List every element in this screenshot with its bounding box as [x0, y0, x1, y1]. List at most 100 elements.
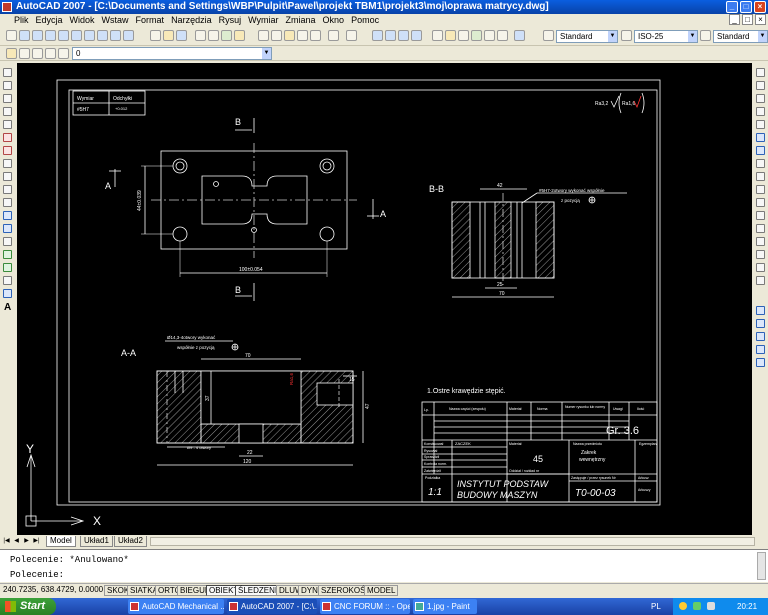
text-style-icon[interactable] — [543, 30, 554, 41]
tool-palettes-icon[interactable] — [458, 30, 469, 41]
layer-freeze-icon[interactable] — [32, 48, 43, 59]
last-tab-icon[interactable]: ▶| — [32, 537, 41, 546]
menu-rysuj[interactable]: Rysuj — [219, 14, 242, 26]
maximize-button[interactable]: □ — [740, 1, 752, 13]
ellipse-icon[interactable] — [3, 185, 12, 194]
erase-icon[interactable] — [756, 68, 765, 77]
horizontal-scrollbar[interactable] — [150, 537, 755, 546]
circle-icon[interactable] — [3, 146, 12, 155]
start-button[interactable]: Start — [0, 598, 56, 615]
line-icon[interactable] — [3, 68, 12, 77]
task-autocad-mechanical[interactable]: AutoCAD Mechanical ... — [128, 599, 224, 614]
task-autocad-2007[interactable]: AutoCAD 2007 - [C:\... — [227, 599, 317, 614]
mirror-icon[interactable] — [756, 94, 765, 103]
design-center-icon[interactable] — [445, 30, 456, 41]
tray-icon[interactable] — [693, 602, 701, 610]
zoom-dynamic-icon[interactable] — [45, 30, 56, 41]
save-icon[interactable] — [176, 30, 187, 41]
drawing-canvas[interactable]: Wymiar Odchyłki #5H7 +0.012 Ra3,2 Ra1,6 — [17, 63, 752, 535]
zoom-out-icon[interactable] — [110, 30, 121, 41]
3d-dwf-icon[interactable] — [234, 30, 245, 41]
table-style-combo[interactable]: Standard ▼ — [713, 30, 768, 43]
command-scrollbar[interactable] — [757, 552, 766, 580]
construction-line-icon[interactable] — [3, 81, 12, 90]
menu-narzedzia[interactable]: Narzędzia — [171, 14, 212, 26]
undo-icon[interactable] — [328, 30, 339, 41]
sheet-set-icon[interactable] — [471, 30, 482, 41]
cut-icon[interactable] — [258, 30, 269, 41]
zoom-window-2-icon[interactable] — [398, 30, 409, 41]
menu-plik[interactable]: Plik — [14, 14, 29, 26]
tab-model[interactable]: Model — [46, 536, 76, 547]
prev-tab-icon[interactable]: ◀ — [12, 537, 21, 546]
zoom-in-icon[interactable] — [97, 30, 108, 41]
dim-style-combo[interactable]: ISO-25 ▼ — [634, 30, 698, 43]
menu-wymiar[interactable]: Wymiar — [248, 14, 278, 26]
publish-icon[interactable] — [221, 30, 232, 41]
text-style-combo[interactable]: Standard ▼ — [556, 30, 618, 43]
menu-zmiana[interactable]: Zmiana — [286, 14, 316, 26]
next-tab-icon[interactable]: ▶ — [22, 537, 31, 546]
chevron-down-icon[interactable]: ▼ — [688, 31, 697, 42]
table-style-icon[interactable] — [700, 30, 711, 41]
spline-icon[interactable] — [3, 172, 12, 181]
layer-combo[interactable]: 0 ▼ — [72, 47, 272, 60]
chevron-down-icon[interactable]: ▼ — [608, 31, 617, 42]
task-opera[interactable]: CNC FORUM :: - Opera — [320, 599, 410, 614]
layer-manager-icon[interactable] — [6, 48, 17, 59]
menu-pomoc[interactable]: Pomoc — [351, 14, 379, 26]
block-editor-icon[interactable] — [310, 30, 321, 41]
make-block-icon[interactable] — [3, 224, 12, 233]
bring-above-icon[interactable] — [756, 345, 765, 354]
open-icon[interactable] — [163, 30, 174, 41]
coordinates-readout[interactable]: 240.7235, 638.4729, 0.0000 — [3, 584, 103, 596]
clock[interactable]: 20:21 — [737, 598, 757, 615]
join-icon[interactable] — [756, 237, 765, 246]
region-icon[interactable] — [3, 276, 12, 285]
copy-object-icon[interactable] — [756, 81, 765, 90]
explode-icon[interactable] — [756, 276, 765, 285]
multiline-text-icon[interactable]: A — [4, 302, 11, 313]
break-at-point-icon[interactable] — [756, 211, 765, 220]
zoom-center-icon[interactable] — [71, 30, 82, 41]
rectangle-icon[interactable] — [3, 120, 12, 129]
scale-icon[interactable] — [756, 159, 765, 168]
fillet-icon[interactable] — [756, 263, 765, 272]
chevron-down-icon[interactable]: ▼ — [262, 48, 271, 59]
markup-icon[interactable] — [484, 30, 495, 41]
tab-layout2[interactable]: Układ2 — [114, 536, 147, 547]
plot-icon[interactable] — [195, 30, 206, 41]
send-under-icon[interactable] — [756, 358, 765, 367]
zoom-object-icon[interactable] — [84, 30, 95, 41]
copy-icon[interactable] — [271, 30, 282, 41]
bring-front-icon[interactable] — [756, 319, 765, 328]
extend-icon[interactable] — [756, 198, 765, 207]
plot-preview-icon[interactable] — [208, 30, 219, 41]
qnew-icon[interactable] — [150, 30, 161, 41]
model-toggle[interactable]: MODEL — [364, 585, 399, 596]
doc-restore-button[interactable]: □ — [742, 14, 753, 25]
paste-icon[interactable] — [284, 30, 295, 41]
trim-icon[interactable] — [756, 185, 765, 194]
zoom-scale-icon[interactable] — [58, 30, 69, 41]
gradient-icon[interactable] — [3, 263, 12, 272]
stretch-icon[interactable] — [756, 172, 765, 181]
tab-layout1[interactable]: Układ1 — [80, 536, 113, 547]
send-back-icon[interactable] — [756, 332, 765, 341]
zoom-previous-icon[interactable] — [411, 30, 422, 41]
point-icon[interactable] — [3, 237, 12, 246]
properties-icon[interactable] — [432, 30, 443, 41]
autocad-app-icon[interactable] — [2, 2, 12, 12]
new-icon[interactable] — [6, 30, 17, 41]
hatch-icon[interactable] — [3, 250, 12, 259]
task-paint[interactable]: 1.jpg - Paint — [413, 599, 477, 614]
help-icon[interactable] — [514, 30, 525, 41]
draw-order-icon[interactable] — [756, 306, 765, 315]
arc-icon[interactable] — [3, 133, 12, 142]
ellipse-arc-icon[interactable] — [3, 198, 12, 207]
menu-okno[interactable]: Okno — [323, 14, 345, 26]
calculator-icon[interactable] — [497, 30, 508, 41]
menu-edycja[interactable]: Edycja — [36, 14, 63, 26]
table-icon[interactable] — [3, 289, 12, 298]
chevron-down-icon[interactable]: ▼ — [758, 31, 767, 42]
